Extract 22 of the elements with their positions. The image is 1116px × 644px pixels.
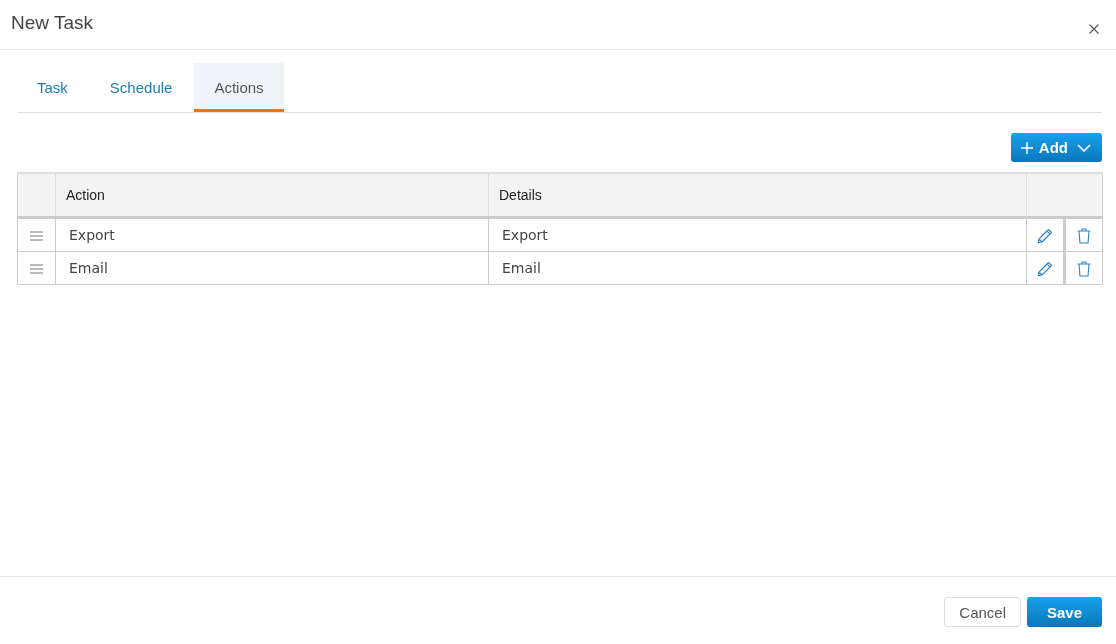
caret-icon — [1077, 143, 1091, 152]
cancel-button[interactable]: Cancel — [944, 597, 1021, 627]
trash-icon[interactable] — [1077, 227, 1091, 244]
tab[interactable]: Schedule — [89, 63, 193, 112]
table-cell: Email — [488, 251, 1027, 285]
add-button[interactable]: Add — [1010, 133, 1102, 162]
column-header: Action — [55, 173, 489, 218]
tab[interactable]: Actions — [194, 63, 284, 112]
close-icon[interactable] — [1089, 23, 1099, 34]
trash-icon[interactable] — [1077, 260, 1091, 277]
tab[interactable]: Task — [17, 63, 88, 112]
pencil-icon[interactable] — [1037, 260, 1053, 277]
table-cell: Email — [55, 251, 489, 285]
plus-icon — [1020, 141, 1033, 154]
drag-handle-icon[interactable] — [30, 230, 43, 241]
dialog-title: New Task — [11, 11, 93, 34]
save-button[interactable]: Save — [1027, 597, 1102, 627]
drag-handle-icon[interactable] — [30, 263, 43, 274]
column-header: Details — [488, 173, 1027, 218]
pencil-icon[interactable] — [1037, 227, 1053, 244]
table-cell: Export — [488, 217, 1027, 252]
table-cell: Export — [55, 217, 489, 252]
